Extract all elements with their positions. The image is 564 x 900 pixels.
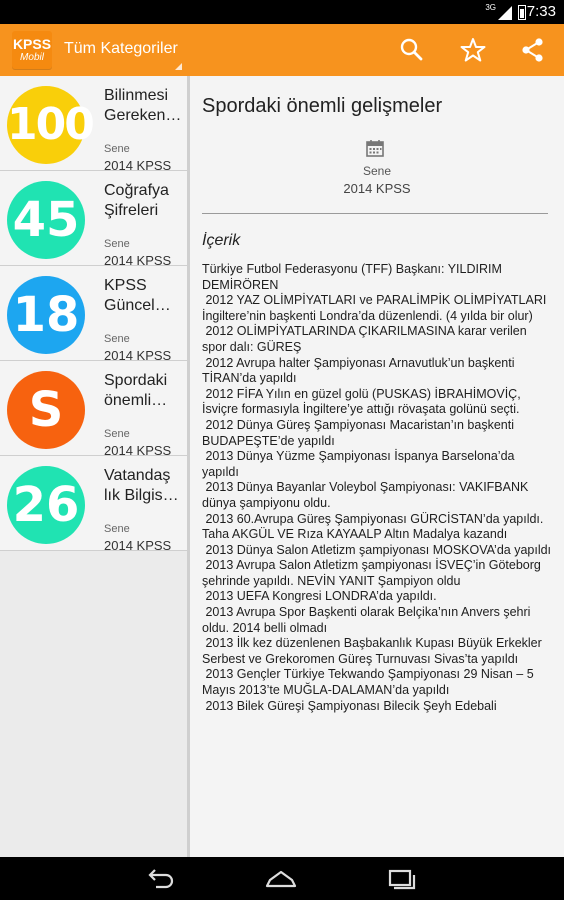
list-item[interactable]: 100 Bilinmesi Gereken… Sene 2014 KPSS <box>0 76 187 173</box>
spinner-triangle-icon <box>175 63 182 70</box>
list-item-label: Sene <box>104 238 130 250</box>
list-item[interactable]: 26 Vatandaş lık Bilgis… Sene 2014 KPSS <box>0 456 187 553</box>
list-item-title-line1: Spordaki <box>104 372 168 389</box>
logo-line2: Mobil <box>20 52 44 63</box>
content-paragraph: 2013 Dünya Yüzme Şampiyonası İspanya Bar… <box>202 449 518 479</box>
list-item-title: Coğrafya Şifreleri <box>104 181 184 221</box>
badge-circle: 18 <box>7 276 85 354</box>
network-type: 3G <box>485 3 496 12</box>
content-paragraph: 2012 FİFA Yılın en güzel golü (PUSKAS) İ… <box>202 386 525 417</box>
detail-title: Spordaki önemli gelişmeler <box>202 95 443 117</box>
list-item-title: Vatandaş lık Bilgis… <box>104 466 184 506</box>
list-item-title-line2: Şifreleri <box>104 202 159 219</box>
content-area: 100 Bilinmesi Gereken… Sene 2014 KPSS 45… <box>0 76 564 857</box>
clock: 7:33 <box>526 3 556 20</box>
category-spinner-label: Tüm Kategoriler <box>64 40 178 57</box>
list-item-title-line1: Coğrafya <box>104 182 169 199</box>
badge-circle: 26 <box>7 466 85 544</box>
list-item-title: Bilinmesi Gereken… <box>104 86 184 126</box>
status-bar: 3G 7:33 <box>0 0 564 24</box>
detail-body: Türkiye Futbol Federasyonu (TFF) Başkanı… <box>202 262 552 714</box>
content-paragraph: 2013 Dünya Bayanlar Voleybol Şampiyonası… <box>202 480 532 510</box>
content-paragraph: 2012 Dünya Güreş Şampiyonası Macaristan’… <box>202 417 518 448</box>
list-item-title-line1: Bilinmesi <box>104 87 169 104</box>
content-paragraph: 2013 Gençler Türkiye Tekwando Şampiyonas… <box>202 667 538 698</box>
list-item[interactable]: S Spordaki önemli… Sene 2014 KPSS <box>0 361 187 458</box>
content-paragraph: 2013 60.Avrupa Güreş Şampiyonası GÜRCİST… <box>202 511 547 542</box>
navigation-bar <box>0 857 564 900</box>
action-bar: KPSS Mobil Tüm Kategoriler <box>0 24 564 76</box>
star-icon[interactable] <box>459 36 487 64</box>
home-icon[interactable] <box>263 867 299 891</box>
content-paragraph: 2012 YAZ OLİMPİYATLARI ve PARALİMPİK OLİ… <box>202 293 550 323</box>
app-logo[interactable]: KPSS Mobil <box>12 31 52 69</box>
list-item-title-line2: önemli… <box>104 392 168 409</box>
detail-divider <box>202 213 548 214</box>
detail-meta-label: Sene <box>362 164 392 178</box>
badge-circle: S <box>7 371 85 449</box>
logo-line1: KPSS <box>12 36 52 52</box>
list-item[interactable]: 45 Coğrafya Şifreleri Sene 2014 KPSS <box>0 171 187 268</box>
share-icon[interactable] <box>519 36 547 64</box>
topic-list[interactable]: 100 Bilinmesi Gereken… Sene 2014 KPSS 45… <box>0 76 187 857</box>
content-paragraph: 2012 Avrupa halter Şampiyonası Arnavutlu… <box>202 355 518 386</box>
content-paragraph: 2013 İlk kez düzenlenen Başbakanlık Kupa… <box>202 636 546 666</box>
section-heading: İçerik <box>202 232 241 249</box>
list-item[interactable]: 18 KPSS Güncel… Sene 2014 KPSS <box>0 266 187 363</box>
list-item-title: KPSS Güncel… <box>104 276 184 316</box>
category-spinner[interactable]: Tüm Kategoriler <box>64 24 184 76</box>
list-item-title-line1: KPSS <box>104 277 147 294</box>
battery-icon <box>518 5 526 20</box>
detail-pane: Spordaki önemli gelişmeler Sene 2014 KPS… <box>190 76 564 857</box>
list-item-title: Spordaki önemli… <box>104 371 184 411</box>
content-paragraph: 2013 Bilek Güreşi Şampiyonası Bilecik Şe… <box>202 698 497 713</box>
content-paragraph: 2013 Dünya Salon Atletizm şampiyonası MO… <box>202 542 552 557</box>
list-item-value: 2014 KPSS <box>104 538 172 553</box>
content-paragraph: 2013 UEFA Kongresi LONDRA’da yapıldı. <box>202 589 437 604</box>
list-item-title-line2: Güncel… <box>104 297 171 314</box>
search-icon[interactable] <box>398 36 426 64</box>
content-paragraph: 2013 Avrupa Spor Başkenti olarak Belçika… <box>202 605 534 635</box>
signal-icon <box>498 6 512 20</box>
content-paragraph: Türkiye Futbol Federasyonu (TFF) Başkanı… <box>202 262 506 292</box>
list-item-label: Sene <box>104 523 130 535</box>
content-paragraph: 2013 Avrupa Salon Atletizm şampiyonası İ… <box>202 558 545 588</box>
detail-meta-value: 2014 KPSS <box>343 181 411 196</box>
list-item-title-line2: Gereken… <box>104 107 182 124</box>
list-item-label: Sene <box>104 143 130 155</box>
calendar-icon <box>366 140 384 157</box>
list-item-title-line1: Vatandaş <box>104 467 171 484</box>
badge-circle: 45 <box>7 181 85 259</box>
list-item-title-line2: lık Bilgis… <box>104 487 179 504</box>
list-item-label: Sene <box>104 428 130 440</box>
list-item-label: Sene <box>104 333 130 345</box>
back-icon[interactable] <box>142 867 178 891</box>
badge-circle: 100 <box>7 86 95 164</box>
recents-icon[interactable] <box>384 867 420 891</box>
content-paragraph: 2012 OLİMPİYATLARINDA ÇIKARILMASINA kara… <box>202 324 531 354</box>
